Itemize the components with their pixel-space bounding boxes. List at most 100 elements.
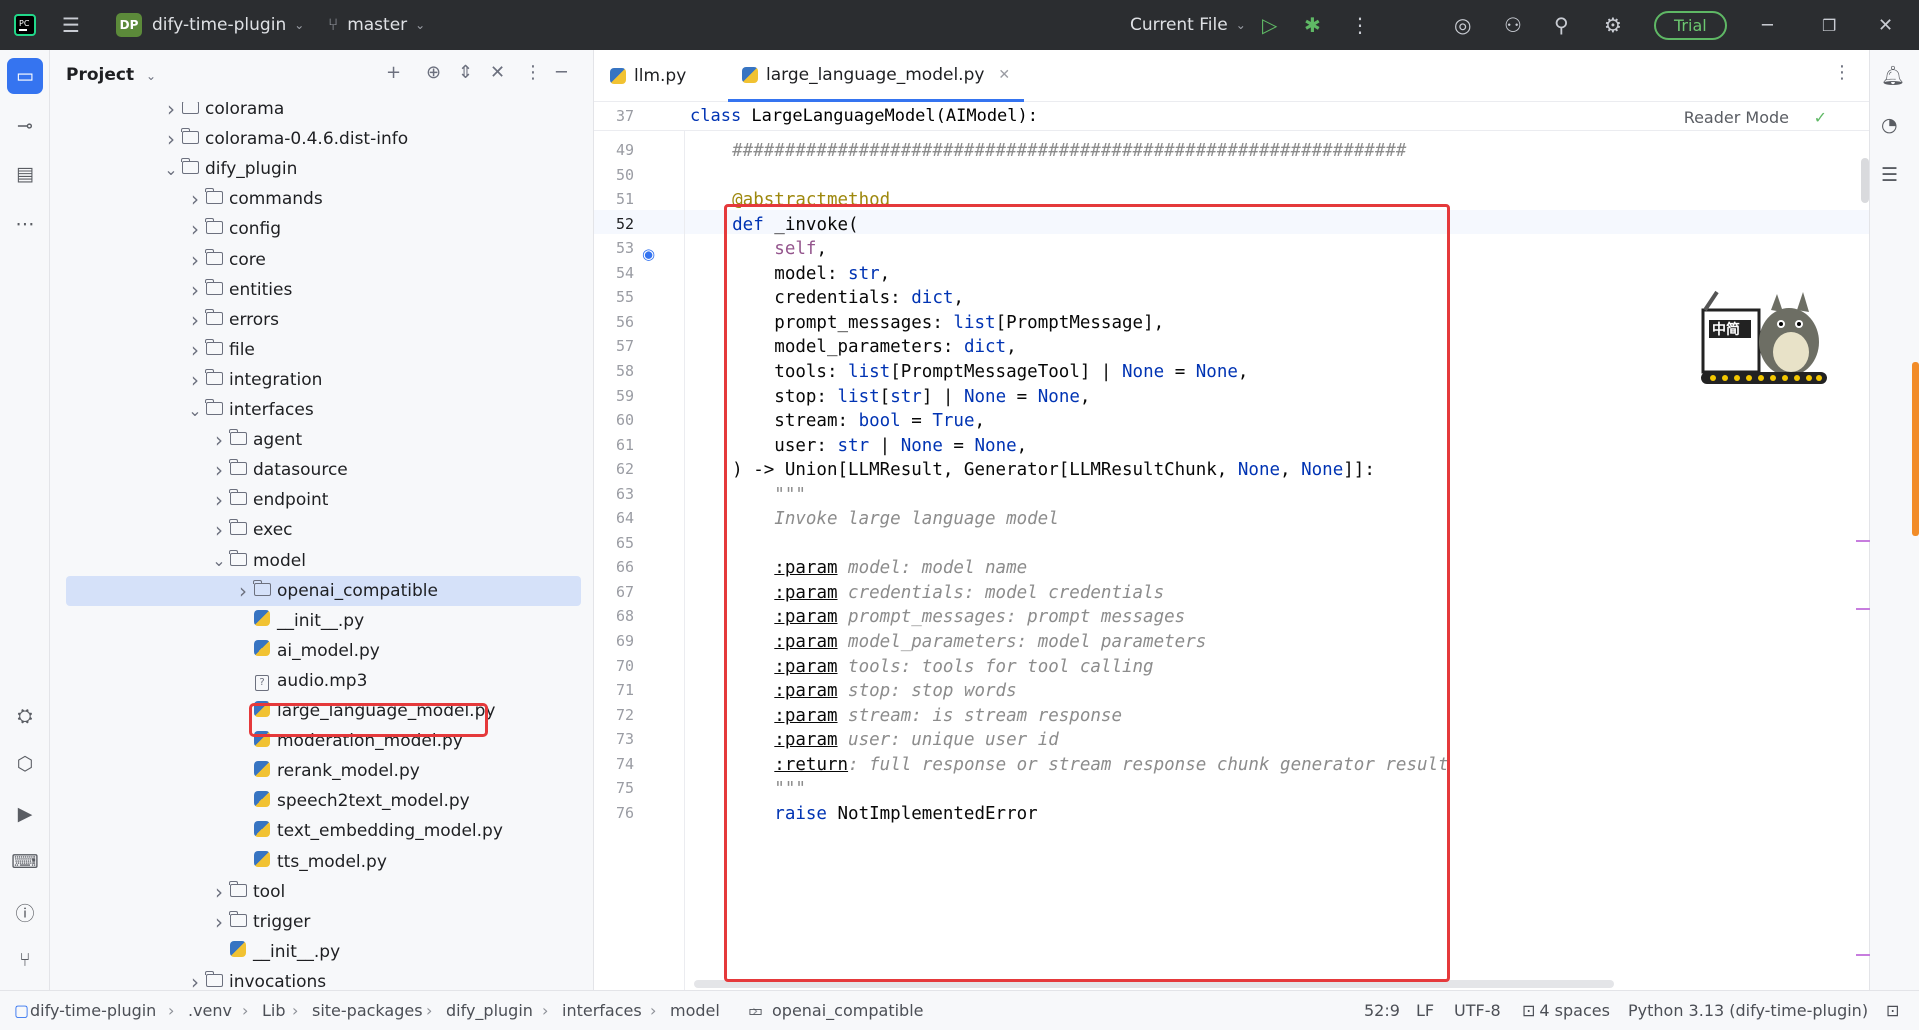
python-interpreter[interactable]: Python 3.13 (dify-time-plugin) bbox=[1628, 1001, 1868, 1020]
tree-item[interactable]: ⌄ model bbox=[66, 546, 581, 576]
tree-item[interactable]: › invocations bbox=[66, 967, 581, 990]
new-file-icon[interactable]: + bbox=[386, 62, 401, 83]
chevron-right-icon[interactable]: › bbox=[186, 248, 204, 272]
chevron-right-icon[interactable]: › bbox=[186, 308, 204, 332]
tree-item[interactable]: › commands bbox=[66, 184, 581, 214]
chevron-down-icon[interactable]: ⌄ bbox=[186, 401, 204, 420]
branch-switcher[interactable]: ⑂ master ⌄ bbox=[328, 0, 425, 50]
code-line[interactable]: ########################################… bbox=[690, 136, 1406, 166]
tab-options-icon[interactable]: ⋮ bbox=[1833, 62, 1851, 83]
tree-item[interactable]: ai_model.py bbox=[66, 636, 581, 666]
tree-item[interactable]: › file bbox=[66, 335, 581, 365]
chevron-right-icon[interactable]: › bbox=[186, 368, 204, 392]
tree-item[interactable]: › colorama bbox=[66, 102, 581, 124]
chevron-right-icon[interactable]: › bbox=[210, 428, 228, 452]
breadcrumb-item[interactable]: site-packages bbox=[312, 1001, 423, 1020]
chevron-right-icon[interactable]: › bbox=[186, 970, 204, 990]
app-logo-icon[interactable]: PC bbox=[14, 0, 36, 50]
breadcrumb-item[interactable]: interfaces bbox=[562, 1001, 642, 1020]
collapse-all-icon[interactable]: ✕ bbox=[490, 62, 505, 83]
tree-item[interactable]: speech2text_model.py bbox=[66, 786, 581, 816]
problems-icon[interactable]: ⓘ bbox=[7, 894, 43, 930]
tree-item[interactable]: › integration bbox=[66, 365, 581, 395]
database-icon[interactable]: ☰ bbox=[1881, 164, 1898, 186]
tree-item[interactable]: › endpoint bbox=[66, 485, 581, 515]
tree-item[interactable]: tts_model.py bbox=[66, 847, 581, 877]
debug-icon[interactable]: ✱ bbox=[1304, 0, 1321, 50]
trial-button[interactable]: Trial bbox=[1654, 0, 1727, 50]
line-ending[interactable]: LF bbox=[1416, 1001, 1434, 1020]
settings-gear-icon[interactable]: ⚙ bbox=[1604, 0, 1622, 50]
breadcrumb-item[interactable]: dify-time-plugin bbox=[30, 1001, 156, 1020]
chevron-down-icon[interactable]: ⌄ bbox=[210, 551, 228, 570]
add-user-icon[interactable]: ⚇ bbox=[1504, 0, 1522, 50]
tree-item[interactable]: › openai_compatible bbox=[66, 575, 581, 606]
services-icon[interactable]: ▶ bbox=[7, 796, 43, 832]
chevron-right-icon[interactable]: › bbox=[210, 518, 228, 542]
tree-item[interactable]: › exec bbox=[66, 515, 581, 545]
tree-item[interactable]: › errors bbox=[66, 305, 581, 335]
breadcrumb-item[interactable]: dify_plugin bbox=[446, 1001, 533, 1020]
tree-item[interactable]: › config bbox=[66, 214, 581, 244]
code-area[interactable]: ########################################… bbox=[690, 131, 1860, 990]
sticker-side-tab[interactable] bbox=[1912, 362, 1919, 536]
breadcrumb-item[interactable]: model bbox=[670, 1001, 720, 1020]
locate-icon[interactable]: ⊕ bbox=[426, 62, 441, 83]
close-window-icon[interactable]: ✕ bbox=[1878, 0, 1893, 50]
tree-item[interactable]: __init__.py bbox=[66, 937, 581, 967]
close-tab-icon[interactable]: ✕ bbox=[998, 67, 1010, 83]
indent-setting[interactable]: ⊡ 4 spaces bbox=[1522, 1001, 1610, 1020]
tree-item[interactable]: ⌄ dify_plugin bbox=[66, 154, 581, 184]
chevron-right-icon[interactable]: › bbox=[162, 102, 180, 121]
reader-mode-toggle[interactable]: Reader Mode bbox=[1684, 108, 1789, 127]
file-encoding[interactable]: UTF-8 bbox=[1454, 1001, 1501, 1020]
tree-item[interactable]: ? audio.mp3 bbox=[66, 666, 581, 696]
inspection-ok-icon[interactable]: ✓ bbox=[1814, 108, 1827, 127]
restore-icon[interactable]: ❐ bbox=[1822, 0, 1836, 50]
chevron-right-icon[interactable]: › bbox=[162, 127, 180, 151]
project-switcher[interactable]: DP dify-time-plugin ⌄ bbox=[116, 0, 304, 50]
tree-item[interactable]: › core bbox=[66, 245, 581, 275]
commit-icon[interactable]: ⊸ bbox=[7, 108, 43, 144]
code-line[interactable]: Invoke large language model bbox=[690, 504, 1058, 534]
chevron-right-icon[interactable]: › bbox=[234, 579, 252, 603]
chevron-right-icon[interactable]: › bbox=[186, 217, 204, 241]
more-tools-icon[interactable]: ⋯ bbox=[7, 206, 43, 242]
notifications-bell-icon[interactable]: 🔔︎ bbox=[1881, 64, 1905, 87]
chevron-right-icon[interactable]: › bbox=[210, 910, 228, 934]
breadcrumb-item[interactable]: openai_compatible bbox=[772, 1001, 923, 1020]
breadcrumb-item[interactable]: Lib bbox=[262, 1001, 286, 1020]
tab-llm-py[interactable]: llm.py bbox=[610, 50, 686, 102]
terminal-icon[interactable]: ⌨ bbox=[7, 844, 43, 880]
tree-item[interactable]: ⌄ interfaces bbox=[66, 395, 581, 425]
tree-item[interactable]: › entities bbox=[66, 275, 581, 305]
chevron-right-icon[interactable]: › bbox=[210, 880, 228, 904]
project-folder-icon[interactable]: ▭ bbox=[7, 58, 43, 94]
chevron-right-icon[interactable]: › bbox=[210, 488, 228, 512]
project-panel-title[interactable]: Project ⌄ bbox=[66, 65, 156, 85]
ai-assistant-icon[interactable]: ◎ bbox=[1454, 0, 1471, 50]
chevron-right-icon[interactable]: › bbox=[186, 338, 204, 362]
chevron-right-icon[interactable]: › bbox=[186, 187, 204, 211]
chevron-right-icon[interactable]: › bbox=[210, 458, 228, 482]
tree-item[interactable]: › colorama-0.4.6.dist-info bbox=[66, 124, 581, 154]
tab-large-language-model-py[interactable]: large_language_model.py ✕ bbox=[728, 50, 1025, 102]
search-icon[interactable]: ⚲ bbox=[1554, 0, 1569, 50]
hide-panel-icon[interactable]: ─ bbox=[556, 62, 567, 83]
horizontal-scrollbar[interactable] bbox=[694, 980, 1614, 988]
tree-item[interactable]: › tool bbox=[66, 877, 581, 907]
breadcrumb-item[interactable]: .venv bbox=[188, 1001, 232, 1020]
expand-all-icon[interactable]: ⇕ bbox=[458, 62, 473, 83]
tree-item[interactable]: › agent bbox=[66, 425, 581, 455]
tree-item[interactable]: text_embedding_model.py bbox=[66, 816, 581, 846]
caret-position[interactable]: 52:9 bbox=[1364, 1001, 1400, 1020]
tree-item[interactable]: __init__.py bbox=[66, 606, 581, 636]
run-config-selector[interactable]: Current File ⌄ bbox=[1130, 0, 1246, 50]
chevron-right-icon[interactable]: › bbox=[186, 278, 204, 302]
vertical-scrollbar[interactable] bbox=[1861, 158, 1869, 203]
tree-item[interactable]: › datasource bbox=[66, 455, 581, 485]
tree-item[interactable]: › trigger bbox=[66, 907, 581, 937]
python-packages-icon[interactable]: ⬡ bbox=[7, 746, 43, 782]
more-actions-icon[interactable]: ⋮ bbox=[1350, 0, 1370, 50]
run-icon[interactable]: ▷ bbox=[1262, 0, 1277, 50]
